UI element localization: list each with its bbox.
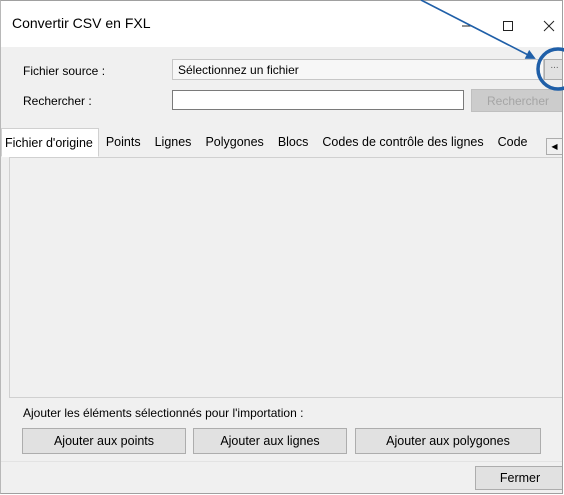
tab-points[interactable]: Points bbox=[98, 129, 148, 155]
import-section-label: Ajouter les éléments sélectionnés pour l… bbox=[23, 406, 304, 420]
browse-button[interactable]: ... bbox=[544, 59, 562, 80]
tab-lignes[interactable]: Lignes bbox=[147, 129, 199, 155]
source-file-label: Fichier source : bbox=[23, 64, 106, 78]
tab-scroll-left-button[interactable]: ◀ bbox=[546, 138, 562, 155]
minimize-button[interactable] bbox=[447, 9, 487, 43]
maximize-button[interactable] bbox=[488, 9, 528, 43]
source-file-field: Sélectionnez un fichier bbox=[172, 59, 544, 80]
arrow-left-icon: ◀ bbox=[551, 142, 558, 151]
close-button[interactable]: Fermer bbox=[475, 466, 562, 490]
footer-divider bbox=[1, 461, 562, 462]
search-button[interactable]: Rechercher bbox=[471, 89, 562, 112]
add-to-polygons-button[interactable]: Ajouter aux polygones bbox=[355, 428, 541, 454]
close-window-button[interactable] bbox=[529, 9, 562, 43]
close-icon bbox=[543, 20, 555, 32]
tab-codes-controle-lignes[interactable]: Codes de contrôle des lignes bbox=[315, 129, 491, 155]
tab-code[interactable]: Code bbox=[490, 129, 535, 155]
minimize-icon bbox=[462, 25, 472, 27]
add-to-points-button[interactable]: Ajouter aux points bbox=[22, 428, 186, 454]
tab-blocs[interactable]: Blocs bbox=[270, 129, 316, 155]
dialog-window: Convertir CSV en FXL Fichier source : Sé… bbox=[0, 0, 563, 494]
tab-content-panel bbox=[9, 157, 562, 398]
search-label: Rechercher : bbox=[23, 94, 92, 108]
tab-polygones[interactable]: Polygones bbox=[198, 129, 271, 155]
window-title: Convertir CSV en FXL bbox=[12, 15, 151, 31]
maximize-icon bbox=[503, 21, 513, 31]
title-bar: Convertir CSV en FXL bbox=[1, 1, 562, 47]
add-to-lines-button[interactable]: Ajouter aux lignes bbox=[193, 428, 347, 454]
tab-fichier-origine[interactable]: Fichier d'origine bbox=[1, 128, 99, 157]
search-input[interactable] bbox=[172, 90, 464, 110]
tab-strip: Fichier d'origine Points Lignes Polygone… bbox=[1, 128, 562, 157]
